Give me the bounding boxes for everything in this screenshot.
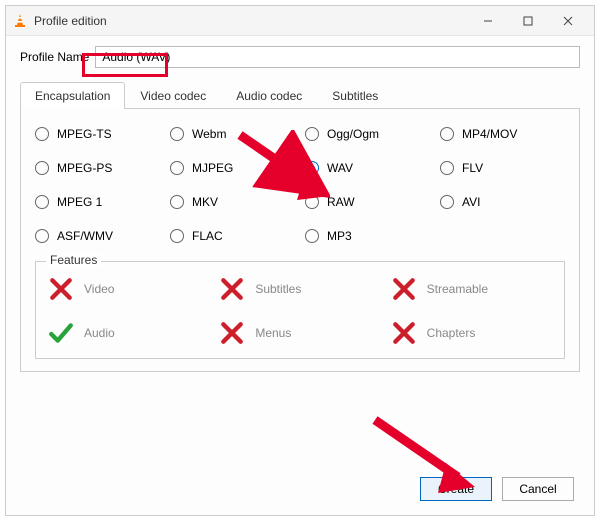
vlc-cone-icon	[12, 13, 28, 29]
minimize-button[interactable]	[468, 7, 508, 35]
tab-audio-codec[interactable]: Audio codec	[221, 82, 317, 109]
radio-mpeg-ts[interactable]: MPEG-TS	[35, 127, 160, 141]
dialog-button-row: Create Cancel	[420, 477, 574, 501]
radio-icon	[305, 127, 319, 141]
button-label: Cancel	[519, 482, 556, 496]
radio-label: ASF/WMV	[57, 229, 113, 243]
radio-raw[interactable]: RAW	[305, 195, 430, 209]
titlebar: Profile edition	[6, 6, 594, 36]
cross-icon	[391, 320, 417, 346]
radio-label: RAW	[327, 195, 355, 209]
radio-label: MPEG 1	[57, 195, 102, 209]
create-button[interactable]: Create	[420, 477, 492, 501]
feature-label: Streamable	[427, 282, 488, 296]
radio-icon	[170, 195, 184, 209]
feature-label: Subtitles	[255, 282, 301, 296]
radio-icon	[440, 127, 454, 141]
cancel-button[interactable]: Cancel	[502, 477, 574, 501]
radio-icon	[170, 161, 184, 175]
feature-audio: Audio	[48, 320, 209, 346]
radio-wav[interactable]: WAV	[305, 161, 430, 175]
radio-mjpeg[interactable]: MJPEG	[170, 161, 295, 175]
tab-bar: Encapsulation Video codec Audio codec Su…	[20, 82, 580, 109]
radio-label: Webm	[192, 127, 226, 141]
window-title: Profile edition	[34, 14, 468, 28]
radio-mp4-mov[interactable]: MP4/MOV	[440, 127, 565, 141]
check-icon	[48, 320, 74, 346]
radio-asf-wmv[interactable]: ASF/WMV	[35, 229, 160, 243]
cross-icon	[48, 276, 74, 302]
radio-mp3[interactable]: MP3	[305, 229, 430, 243]
tab-subtitles[interactable]: Subtitles	[317, 82, 393, 109]
cross-icon	[219, 320, 245, 346]
radio-label: MJPEG	[192, 161, 233, 175]
radio-icon	[305, 161, 319, 175]
feature-chapters: Chapters	[391, 320, 552, 346]
radio-icon	[440, 161, 454, 175]
radio-avi[interactable]: AVI	[440, 195, 565, 209]
radio-label: FLAC	[192, 229, 223, 243]
tab-video-codec[interactable]: Video codec	[125, 82, 221, 109]
radio-flv[interactable]: FLV	[440, 161, 565, 175]
maximize-button[interactable]	[508, 7, 548, 35]
radio-label: AVI	[462, 195, 480, 209]
features-group: Features Video Subtitles Streamable Audi…	[35, 261, 565, 359]
feature-label: Audio	[84, 326, 115, 340]
button-label: Create	[438, 482, 474, 496]
features-grid: Video Subtitles Streamable Audio Menus	[48, 276, 552, 346]
tab-label: Subtitles	[332, 89, 378, 103]
cross-icon	[219, 276, 245, 302]
feature-subtitles: Subtitles	[219, 276, 380, 302]
feature-label: Chapters	[427, 326, 476, 340]
radio-webm[interactable]: Webm	[170, 127, 295, 141]
tab-panel-encapsulation: MPEG-TS Webm Ogg/Ogm MP4/MOV MPEG-PS MJP…	[20, 109, 580, 372]
radio-icon	[170, 229, 184, 243]
radio-icon	[35, 229, 49, 243]
radio-label: MP3	[327, 229, 352, 243]
radio-label: Ogg/Ogm	[327, 127, 379, 141]
radio-icon	[35, 161, 49, 175]
cross-icon	[391, 276, 417, 302]
radio-icon	[440, 195, 454, 209]
tab-label: Encapsulation	[35, 89, 110, 103]
radio-icon	[170, 127, 184, 141]
feature-label: Menus	[255, 326, 291, 340]
radio-flac[interactable]: FLAC	[170, 229, 295, 243]
profile-name-input[interactable]	[95, 46, 580, 68]
close-button[interactable]	[548, 7, 588, 35]
dialog-profile-edition: Profile edition Profile Name Encapsulati…	[5, 5, 595, 516]
radio-label: MKV	[192, 195, 218, 209]
radio-label: MP4/MOV	[462, 127, 517, 141]
radio-mkv[interactable]: MKV	[170, 195, 295, 209]
radio-label: FLV	[462, 161, 483, 175]
radio-label: MPEG-TS	[57, 127, 112, 141]
radio-label: WAV	[327, 161, 353, 175]
radio-icon	[305, 229, 319, 243]
features-legend: Features	[46, 253, 101, 267]
radio-icon	[305, 195, 319, 209]
window-controls	[468, 7, 588, 35]
tab-encapsulation[interactable]: Encapsulation	[20, 82, 125, 109]
tab-label: Video codec	[140, 89, 206, 103]
feature-video: Video	[48, 276, 209, 302]
profile-name-label: Profile Name	[20, 50, 89, 64]
radio-mpeg-1[interactable]: MPEG 1	[35, 195, 160, 209]
profile-name-row: Profile Name	[6, 36, 594, 74]
format-radio-grid: MPEG-TS Webm Ogg/Ogm MP4/MOV MPEG-PS MJP…	[35, 127, 565, 243]
feature-streamable: Streamable	[391, 276, 552, 302]
radio-icon	[35, 195, 49, 209]
tab-label: Audio codec	[236, 89, 302, 103]
radio-icon	[35, 127, 49, 141]
radio-ogg[interactable]: Ogg/Ogm	[305, 127, 430, 141]
feature-label: Video	[84, 282, 114, 296]
radio-label: MPEG-PS	[57, 161, 112, 175]
feature-menus: Menus	[219, 320, 380, 346]
radio-mpeg-ps[interactable]: MPEG-PS	[35, 161, 160, 175]
